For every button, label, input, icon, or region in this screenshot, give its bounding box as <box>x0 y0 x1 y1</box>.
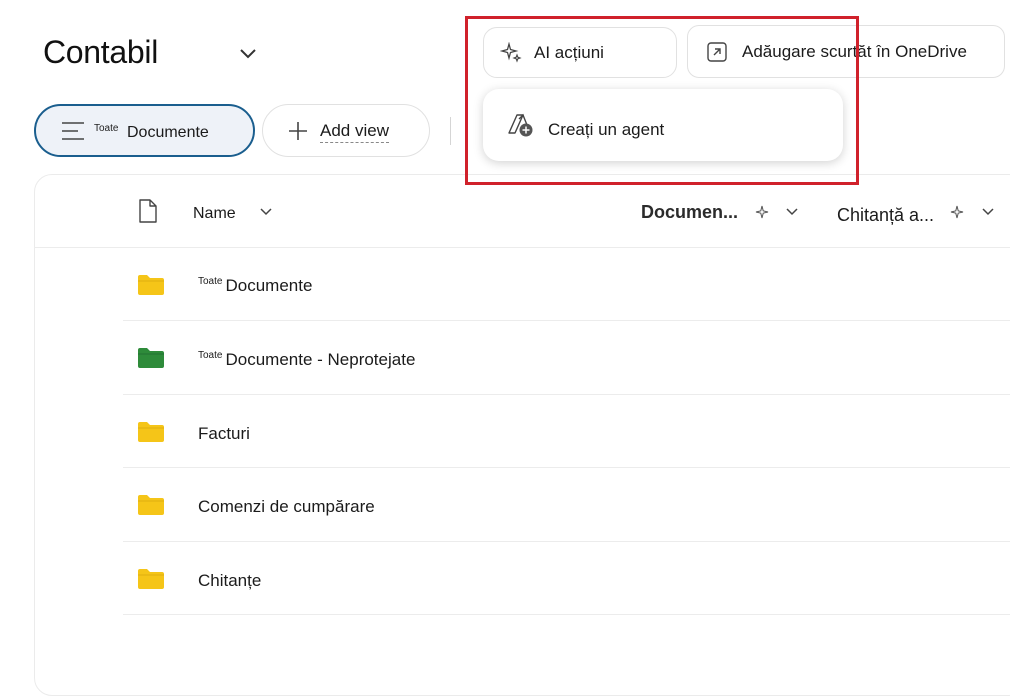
page-title: Contabil <box>43 34 159 70</box>
sparkle-icon <box>755 205 769 219</box>
list-item[interactable]: Toate Documente - Neprotejate <box>198 350 415 370</box>
list-item[interactable]: Chitanțe <box>198 571 261 591</box>
chevron-down-icon[interactable] <box>785 207 799 217</box>
add-view-button[interactable]: Add view <box>262 104 430 157</box>
list-item-label: Documente <box>225 276 313 295</box>
list-item-label: Documente - Neprotejate <box>225 350 416 369</box>
folder-icon <box>138 422 164 442</box>
row-divider <box>123 394 1010 395</box>
list-item-prefix: Toate <box>198 350 223 361</box>
plus-icon <box>289 122 307 140</box>
list-item-label: Chitanțe <box>198 571 262 590</box>
folder-icon <box>138 569 164 589</box>
toolbar-divider <box>450 117 451 145</box>
column-header-documents[interactable]: Documen... <box>641 202 738 223</box>
chevron-down-icon[interactable] <box>236 44 260 64</box>
row-divider <box>123 320 1010 321</box>
list-item-label: Comenzi de cumpărare <box>198 497 375 516</box>
chevron-down-icon[interactable] <box>981 207 995 217</box>
folder-icon <box>138 495 164 515</box>
row-divider <box>123 614 1010 615</box>
folder-icon <box>138 275 164 295</box>
highlight-box <box>465 16 859 185</box>
column-header-name[interactable]: Name <box>193 205 236 223</box>
folder-icon <box>138 348 164 368</box>
list-item-prefix: Toate <box>198 276 223 287</box>
header-divider <box>34 247 1010 248</box>
row-divider <box>123 541 1010 542</box>
add-view-label: Add view <box>320 121 389 143</box>
list-item[interactable]: Toate Documente <box>198 276 312 296</box>
list-item-label: Facturi <box>198 424 250 443</box>
list-item[interactable]: Facturi <box>198 424 250 444</box>
view-prefix: Toate <box>94 123 119 134</box>
list-item[interactable]: Comenzi de cumpărare <box>198 497 375 517</box>
view-label: Documente <box>127 124 209 141</box>
column-header-receipt[interactable]: Chitanță a... <box>837 205 934 226</box>
sparkle-icon <box>950 205 964 219</box>
view-selector[interactable]: Toate Documente <box>34 104 255 157</box>
menu-lines-icon <box>62 122 84 140</box>
row-divider <box>123 467 1010 468</box>
chevron-down-icon[interactable] <box>259 207 273 217</box>
file-type-icon <box>139 199 157 223</box>
document-list <box>34 174 1010 696</box>
